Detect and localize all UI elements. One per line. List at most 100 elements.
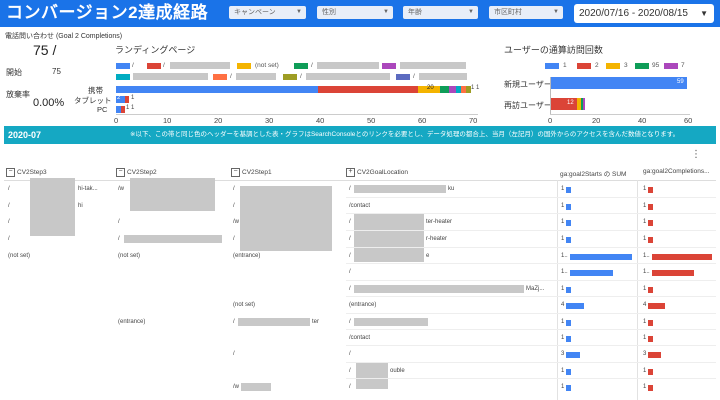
row-divider (346, 362, 716, 363)
bar-segment[interactable] (318, 86, 418, 93)
expand-icon[interactable]: + (346, 168, 355, 177)
filter-gender[interactable]: 性別 ▼ (317, 6, 393, 19)
metric-bar (566, 369, 571, 375)
table-cell: ter-heater (426, 219, 453, 225)
bar-segment[interactable] (125, 96, 129, 103)
metric-value: 3 (643, 351, 647, 357)
x-tick: 40 (316, 116, 325, 125)
landing-chart-title: ランディングページ (115, 45, 196, 55)
more-options-icon[interactable]: ⋮ (691, 149, 701, 160)
chevron-down-icon: ▼ (700, 9, 708, 18)
filter-label: 市区町村 (494, 9, 522, 16)
metric-value: 1 (643, 186, 647, 192)
metric-value: 1 (643, 219, 647, 225)
table-cell: / (118, 236, 120, 242)
table-cell: hi-tak... (78, 186, 98, 192)
scorecard-value: 75 / (33, 42, 57, 58)
redacted-block (240, 186, 332, 251)
legend-swatch (545, 63, 559, 69)
row-divider (346, 313, 716, 314)
metric-value: 1 (643, 368, 647, 374)
abandon-label: 放棄率 (6, 90, 30, 99)
x-axis (550, 114, 690, 115)
row-divider (346, 263, 716, 264)
col-header-step1[interactable]: − CV2Step1 (231, 168, 272, 177)
metric-bar (566, 287, 571, 293)
redacted-label (306, 73, 390, 80)
redacted-label (238, 318, 310, 326)
redacted-block (30, 178, 75, 236)
row-divider (346, 296, 716, 297)
filter-age[interactable]: 年齢 ▼ (403, 6, 478, 19)
x-tick: 20 (214, 116, 223, 125)
row-divider (346, 247, 716, 248)
chevron-down-icon: ▼ (383, 9, 389, 15)
table-cell: (not set) (8, 253, 31, 259)
bar-segment[interactable] (121, 106, 125, 113)
bar-segment[interactable] (116, 86, 318, 93)
metric-bar (566, 303, 584, 309)
table-cell: / (8, 219, 10, 225)
collapse-icon[interactable]: − (116, 168, 125, 177)
legend-label: 95 (652, 62, 660, 69)
table-cell: / (8, 236, 10, 242)
legend-label: 2 (595, 62, 599, 69)
col-header-step2[interactable]: − CV2Step2 (116, 168, 157, 177)
col-header-completions[interactable]: ga:goal2Completions... (643, 168, 710, 175)
col-header-text: CV2GoalLocation (357, 169, 408, 177)
metric-bar (566, 385, 571, 391)
col-header-text: CV2Step2 (127, 169, 157, 177)
start-label: 開始 (6, 68, 22, 77)
bar-data-label: 1 (131, 105, 135, 111)
row-divider (346, 230, 716, 231)
legend-swatch (116, 74, 130, 80)
col-header-step3[interactable]: − CV2Step3 (6, 168, 47, 177)
x-tick: 50 (367, 116, 376, 125)
bar-new-users[interactable] (551, 77, 687, 89)
collapse-icon[interactable]: − (6, 168, 15, 177)
metric-value: 1.. (561, 253, 568, 259)
table-cell: / (8, 186, 10, 192)
table-cell: / (349, 186, 351, 192)
metric-value: 1 (561, 319, 565, 325)
bar-data-label: 59 (677, 79, 684, 85)
metric-bar (648, 187, 653, 193)
table-cell: (entrance) (349, 302, 377, 308)
x-tick: 10 (163, 116, 172, 125)
bar-data-label: 1 (131, 95, 135, 101)
table-cell: / (349, 236, 351, 242)
bar-segment[interactable] (449, 86, 456, 93)
abandon-value: 0.00% (33, 97, 65, 109)
table-cell: / (349, 319, 351, 325)
col-header-starts[interactable]: ga:goal2Starts の SUM (560, 168, 626, 178)
filter-city[interactable]: 市区町村 ▼ (489, 6, 563, 19)
legend-label: (not set) (255, 62, 279, 69)
table-cell: / (233, 236, 235, 242)
table-cell: r-heater (426, 236, 448, 242)
redacted-label (354, 318, 428, 326)
x-tick: 0 (114, 116, 119, 125)
metric-bar (652, 254, 712, 260)
metric-value: 1 (561, 186, 565, 192)
redacted-block (354, 214, 424, 262)
legend-swatch (606, 63, 620, 69)
table-cell: / (233, 203, 235, 209)
bar-data-label: 12 (567, 100, 574, 106)
filter-campaign[interactable]: キャンペーン ▼ (229, 6, 306, 19)
metric-bar (652, 270, 694, 276)
bar-data-label: 20 (427, 85, 434, 91)
table-cell: / (118, 219, 120, 225)
legend-label: / (163, 62, 165, 69)
date-range-picker[interactable]: 2020/07/16 - 2020/08/15 ▼ (574, 4, 714, 23)
table-cell: ku (448, 186, 455, 192)
bar-segment[interactable] (583, 98, 585, 110)
metric-value: 1 (561, 203, 565, 209)
bar-segment[interactable] (440, 86, 449, 93)
info-banner: 2020-07 ※以下、この帯と同じ色のヘッダーを基調とした表・グラフはSear… (4, 126, 716, 144)
row-divider (346, 345, 716, 346)
metric-value: 1 (561, 335, 565, 341)
collapse-icon[interactable]: − (231, 168, 240, 177)
col-header-goal[interactable]: + CV2GoalLocation (346, 168, 408, 177)
redacted-label (354, 185, 446, 193)
metric-value: 4 (643, 302, 647, 308)
